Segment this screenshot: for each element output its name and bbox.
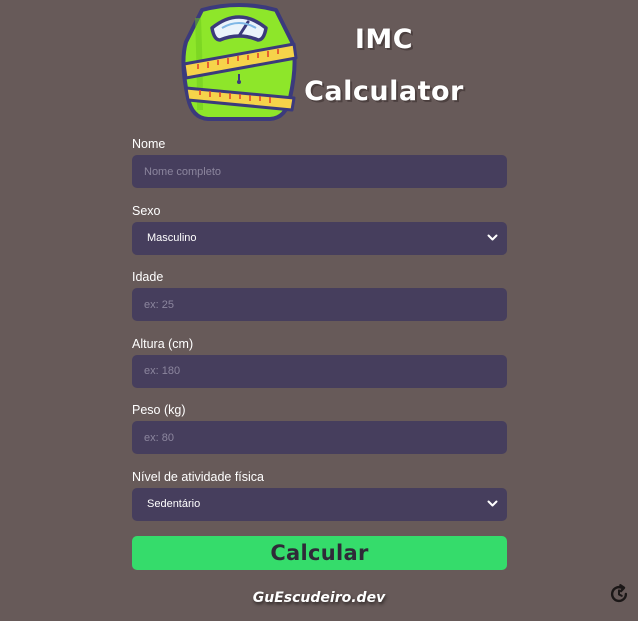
height-input[interactable] [132, 354, 507, 388]
app-title: IMC Calculator [300, 14, 468, 118]
name-label: Nome [132, 137, 166, 151]
title-line-calculator: Calculator [304, 76, 464, 107]
footer-credit: GuEscudeiro.dev [252, 590, 386, 606]
height-label: Altura (cm) [132, 336, 194, 351]
age-input[interactable] [132, 288, 507, 321]
weight-label: Peso (kg) [132, 403, 186, 417]
sex-field-group: Sexo Masculino [132, 204, 507, 271]
activity-select[interactable]: Sedentário [132, 487, 507, 521]
scale-logo-icon [178, 2, 300, 124]
chevron-down-icon [485, 497, 499, 511]
title-line-imc: IMC [354, 24, 414, 55]
weight-input[interactable] [132, 421, 507, 454]
imc-form: Nome Sexo Masculino Idade Altura (cm) Pe… [132, 137, 507, 536]
refresh-icon[interactable] [607, 582, 631, 606]
activity-label: Nível de atividade física [132, 469, 265, 484]
sex-select[interactable]: Masculino [132, 221, 507, 255]
weight-field-group: Peso (kg) [132, 403, 507, 470]
chevron-down-icon [485, 231, 499, 245]
calculate-button[interactable]: Calcular [132, 536, 507, 570]
sex-selected-value: Masculino [147, 232, 197, 244]
imc-calculator-page: IMC Calculator Nome Sexo Masculino Idade… [0, 0, 638, 621]
header: IMC Calculator [0, 0, 638, 128]
name-field-group: Nome [132, 137, 507, 204]
name-input[interactable] [132, 155, 507, 188]
sex-label: Sexo [132, 203, 161, 218]
activity-field-group: Nível de atividade física Sedentário [132, 470, 507, 537]
height-field-group: Altura (cm) [132, 337, 507, 404]
age-field-group: Idade [132, 270, 507, 337]
activity-selected-value: Sedentário [147, 498, 201, 510]
age-label: Idade [132, 270, 164, 284]
